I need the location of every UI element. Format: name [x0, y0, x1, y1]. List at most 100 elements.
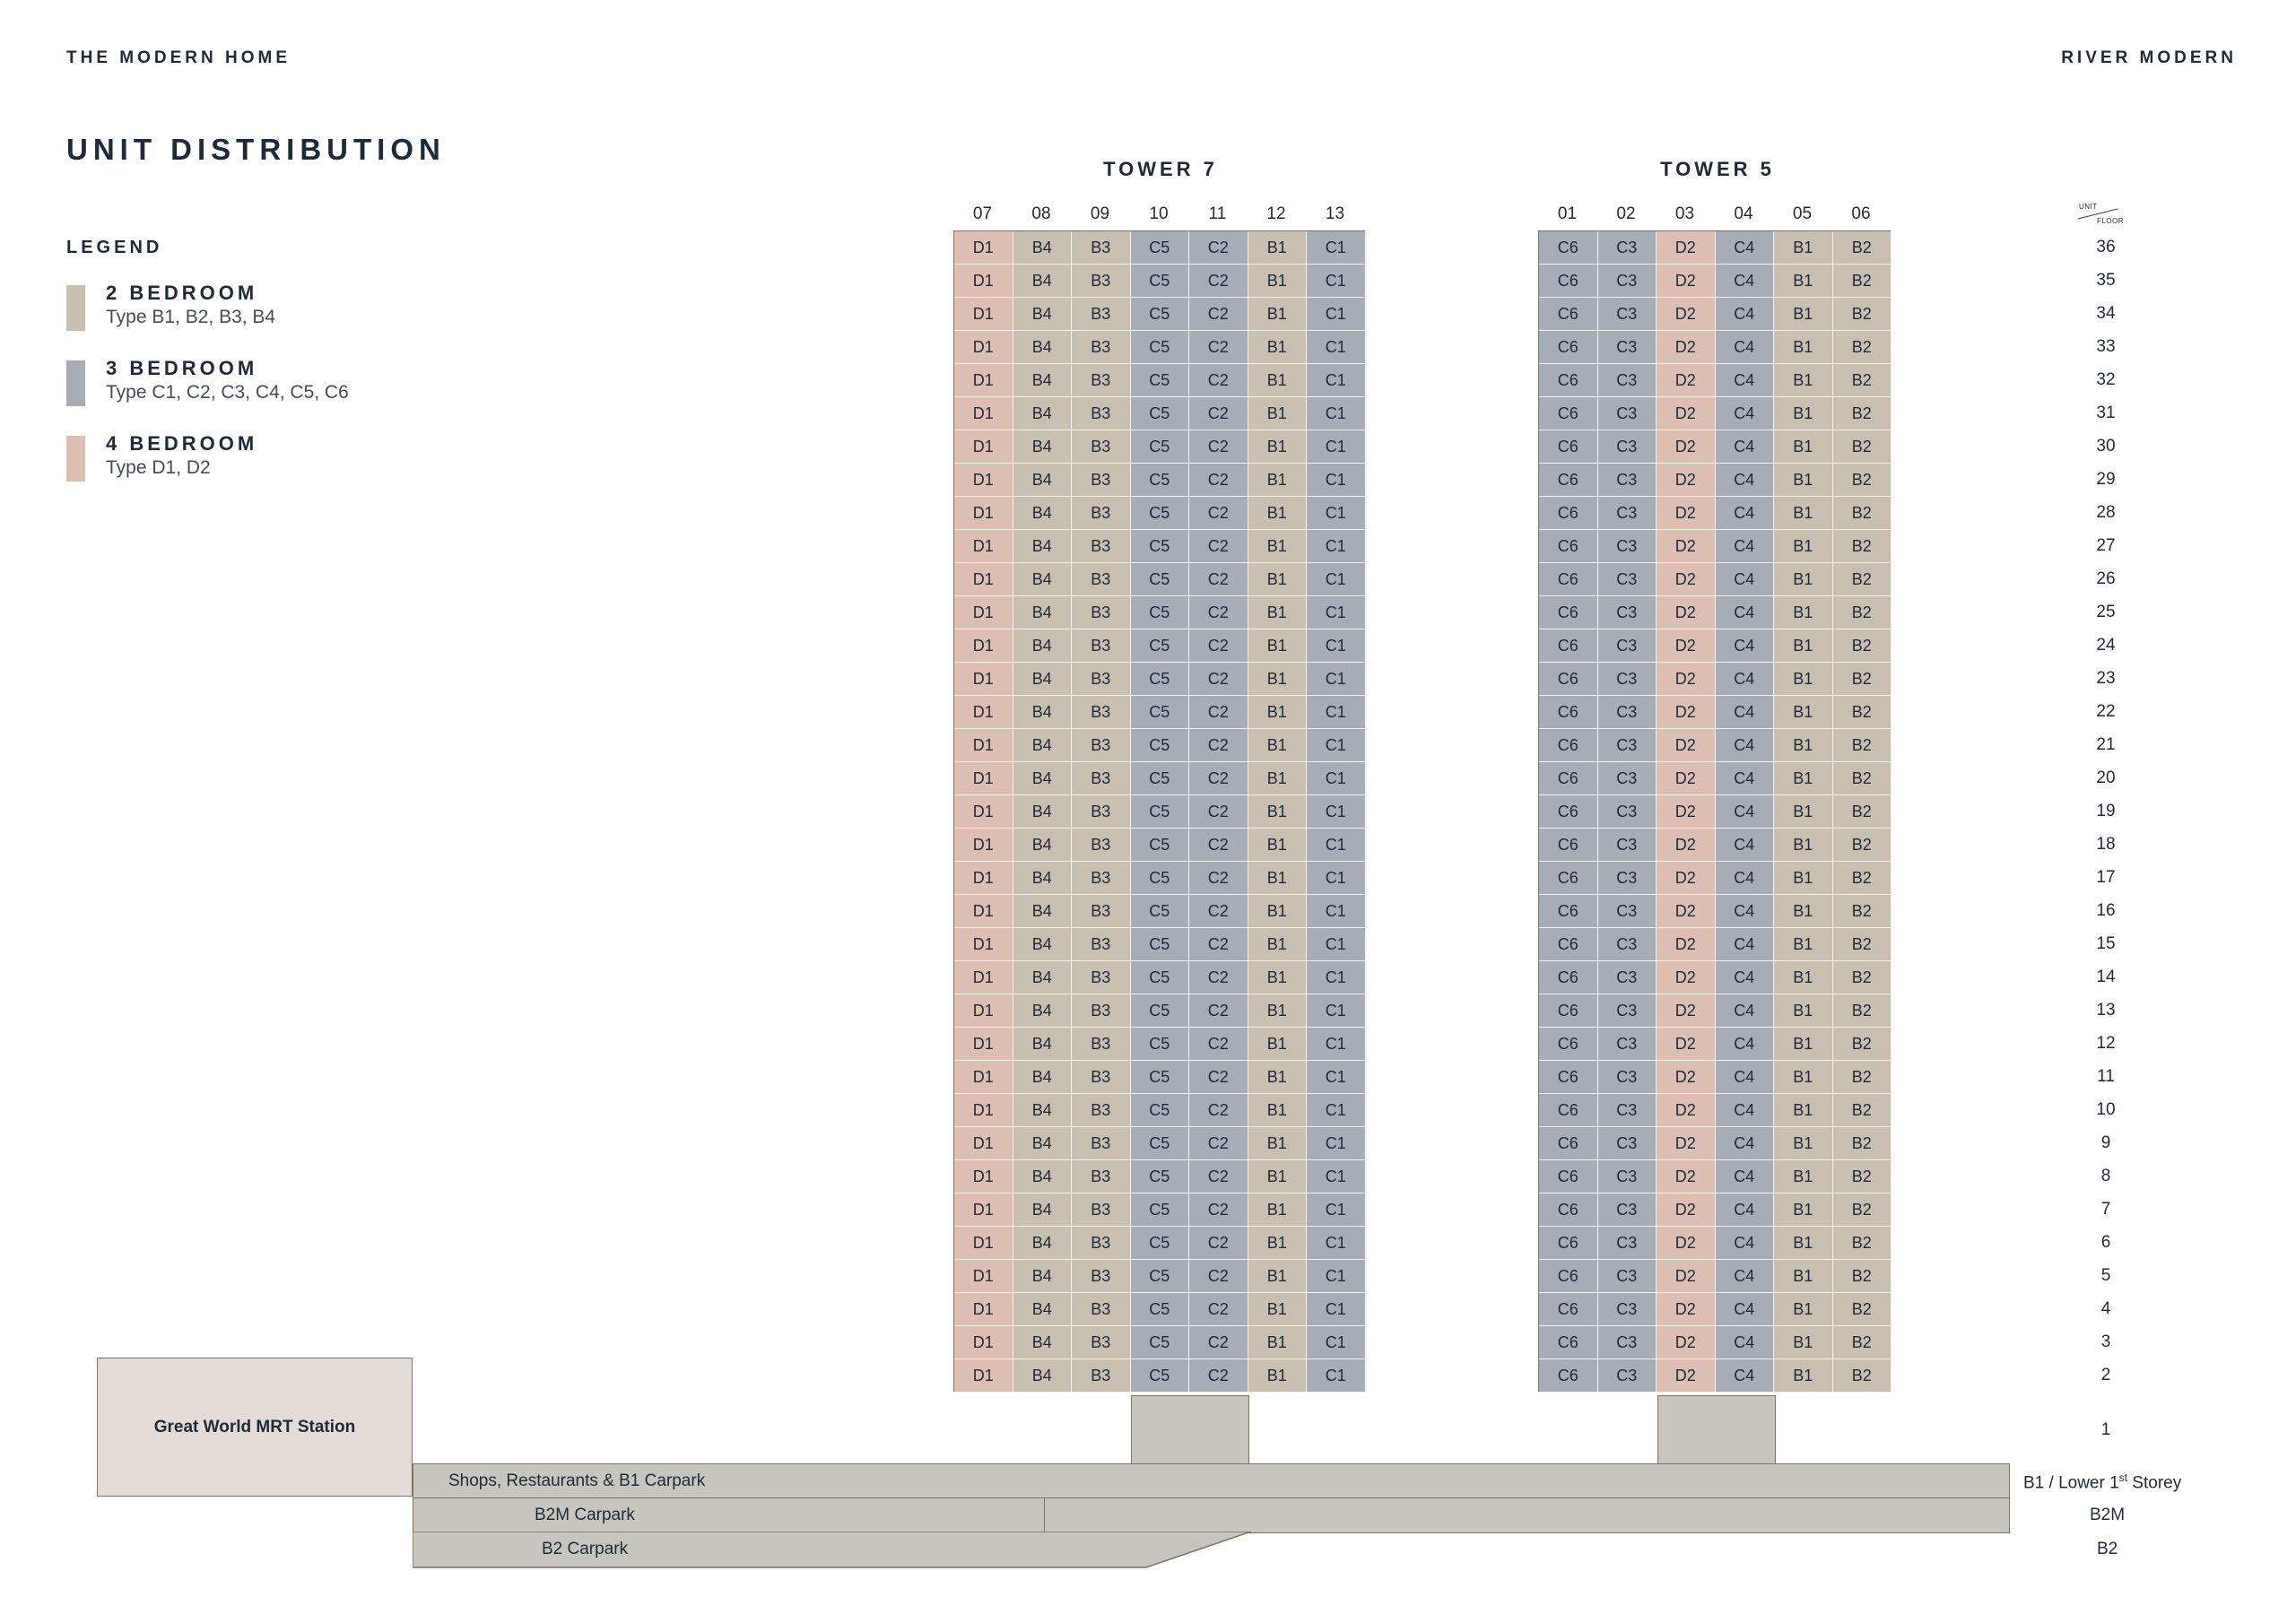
unit-cell: B1: [1774, 961, 1833, 994]
unit-cell: D2: [1657, 530, 1716, 563]
unit-cell: B3: [1072, 530, 1131, 563]
unit-cell: C2: [1189, 1326, 1248, 1359]
unit-cell: C6: [1539, 1160, 1598, 1193]
unit-cell: B3: [1072, 563, 1131, 596]
unit-cell: B4: [1013, 430, 1072, 464]
unit-cell: C2: [1189, 364, 1248, 397]
unit-cell: D1: [954, 729, 1013, 762]
unit-cell: B4: [1013, 795, 1072, 829]
unit-cell: C2: [1189, 497, 1248, 530]
unit-cell: C6: [1539, 231, 1598, 265]
floor-label: 4: [2100, 1299, 2111, 1318]
unit-cell: B3: [1072, 961, 1131, 994]
floor-label: 14: [2096, 968, 2116, 986]
level-label-b2: B2: [2097, 1540, 2118, 1558]
unit-cell: C1: [1307, 1359, 1366, 1393]
unit-cell: C2: [1189, 629, 1248, 663]
unit-cell: C1: [1307, 331, 1366, 364]
unit-cell: B3: [1072, 829, 1131, 862]
unit-cell: B2: [1832, 961, 1892, 994]
unit-cell: C4: [1715, 762, 1774, 795]
unit-cell: D2: [1657, 596, 1716, 629]
unit-cell: B4: [1013, 1193, 1072, 1227]
unit-cell: B4: [1013, 961, 1072, 994]
unit-cell: C3: [1597, 1326, 1657, 1359]
unit-cell: C3: [1597, 696, 1657, 729]
unit-cell: B1: [1774, 430, 1833, 464]
unit-cell: B1: [1774, 464, 1833, 497]
unit-cell: C5: [1130, 464, 1189, 497]
unit-cell: C1: [1307, 928, 1366, 961]
unit-cell: B3: [1072, 1260, 1131, 1293]
unit-cell: C3: [1597, 1293, 1657, 1326]
unit-cell: D1: [954, 928, 1013, 961]
unit-axis-label: UNIT: [2079, 203, 2098, 211]
unit-cell: C6: [1539, 895, 1598, 928]
floor-label: 24: [2096, 636, 2116, 655]
unit-cell: C4: [1715, 829, 1774, 862]
unit-cell: C6: [1539, 795, 1598, 829]
unit-cell: B1: [1774, 397, 1833, 430]
floor-label: 21: [2096, 735, 2116, 754]
column-header: 08: [1031, 204, 1051, 223]
unit-cell: C2: [1189, 397, 1248, 430]
floor-label: 29: [2096, 470, 2116, 489]
unit-cell: B1: [1248, 729, 1307, 762]
unit-cell: C2: [1189, 1227, 1248, 1260]
unit-cell: B4: [1013, 629, 1072, 663]
unit-cell: D1: [954, 563, 1013, 596]
unit-cell: B1: [1248, 663, 1307, 696]
unit-cell: C3: [1597, 961, 1657, 994]
unit-cell: B1: [1248, 829, 1307, 862]
unit-cell: B1: [1774, 928, 1833, 961]
unit-cell: B4: [1013, 663, 1072, 696]
unit-cell: B1: [1248, 231, 1307, 265]
legend-swatch-4-bedroom: [66, 436, 85, 482]
unit-cell: C3: [1597, 530, 1657, 563]
unit-cell: C5: [1130, 994, 1189, 1028]
unit-cell: C1: [1307, 231, 1366, 265]
unit-cell: C4: [1715, 1127, 1774, 1160]
unit-cell: D2: [1657, 265, 1716, 298]
unit-cell: D2: [1657, 696, 1716, 729]
unit-cell: C1: [1307, 1127, 1366, 1160]
floor-label: 26: [2096, 569, 2116, 588]
unit-cell: C4: [1715, 364, 1774, 397]
unit-cell: D2: [1657, 331, 1716, 364]
unit-cell: C6: [1539, 1094, 1598, 1127]
unit-cell: C4: [1715, 1028, 1774, 1061]
tower-grid: C6 C3 D2 C4 B1 B2 C6 C3 D2 C4 B1 B2 C6 C3 D2 C4 B1 B2 C6 C3…: [1538, 230, 1892, 1393]
unit-cell: C3: [1597, 1094, 1657, 1127]
unit-cell: C2: [1189, 862, 1248, 895]
unit-cell: C1: [1307, 397, 1366, 430]
unit-cell: C3: [1597, 663, 1657, 696]
floor-label: 27: [2096, 536, 2116, 555]
floor-label: 9: [2100, 1133, 2111, 1152]
unit-cell: C6: [1539, 1359, 1598, 1393]
unit-cell: C3: [1597, 596, 1657, 629]
unit-cell: C5: [1130, 829, 1189, 862]
unit-cell: D2: [1657, 829, 1716, 862]
unit-cell: C5: [1130, 397, 1189, 430]
column-header: 02: [1616, 204, 1636, 223]
unit-cell: B1: [1248, 762, 1307, 795]
unit-cell: C5: [1130, 1127, 1189, 1160]
page-title: UNIT DISTRIBUTION: [66, 133, 446, 166]
unit-cell: B2: [1832, 464, 1892, 497]
unit-cell: C6: [1539, 430, 1598, 464]
unit-cell: D1: [954, 464, 1013, 497]
unit-cell: D2: [1657, 1260, 1716, 1293]
unit-cell: B3: [1072, 1061, 1131, 1094]
unit-cell: B2: [1832, 397, 1892, 430]
unit-cell: C4: [1715, 1160, 1774, 1193]
legend-name: 3 BEDROOM: [106, 357, 258, 379]
unit-cell: C6: [1539, 829, 1598, 862]
unit-cell: C6: [1539, 629, 1598, 663]
unit-cell: B1: [1774, 862, 1833, 895]
b2m-band-label: B2M Carpark: [535, 1506, 635, 1524]
unit-cell: C2: [1189, 729, 1248, 762]
brand-header-left: THE MODERN HOME: [66, 48, 291, 67]
unit-cell: B3: [1072, 1193, 1131, 1227]
unit-cell: D1: [954, 762, 1013, 795]
floor-label: 17: [2096, 868, 2116, 887]
